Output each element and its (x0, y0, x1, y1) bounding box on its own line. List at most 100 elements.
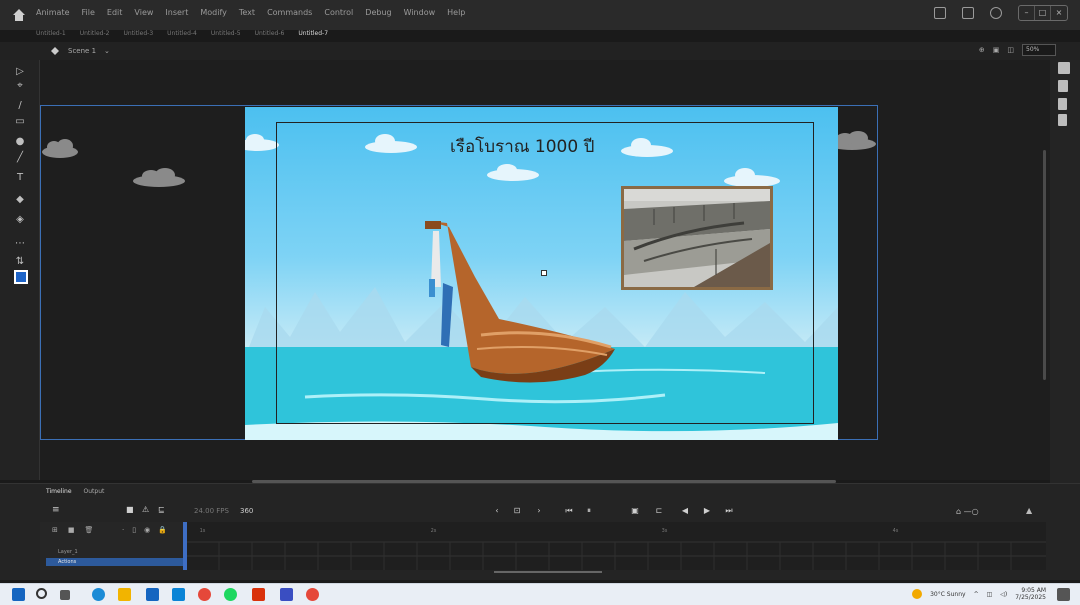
publish-icon[interactable] (934, 7, 946, 19)
tab-output[interactable]: Output (84, 488, 105, 495)
zoom-input[interactable]: 50% (1022, 44, 1056, 56)
store-icon[interactable] (146, 588, 159, 601)
center-stage-icon[interactable]: ⊕ (979, 46, 985, 54)
notifications-icon[interactable] (1057, 588, 1070, 601)
brush-tool-icon[interactable]: / (14, 100, 26, 112)
layer-row[interactable]: Layer_1 (46, 548, 186, 556)
rectangle-tool-icon[interactable]: ▭ (14, 116, 26, 128)
search-icon[interactable] (36, 588, 47, 599)
new-folder-icon[interactable]: ■ (68, 526, 75, 534)
eraser-tool-icon[interactable]: ◈ (14, 214, 26, 226)
next-frame-icon[interactable]: ⏭ (724, 506, 734, 516)
doc-tab[interactable]: Untitled-5 (211, 30, 241, 42)
close-button[interactable]: × (1051, 6, 1067, 20)
clock[interactable]: 9:05 AM 7/25/2025 (1015, 587, 1046, 601)
doc-tab[interactable]: Untitled-7 (298, 30, 328, 42)
swap-colors-icon[interactable]: ⇅ (14, 256, 26, 268)
menu-commands[interactable]: Commands (267, 8, 312, 17)
current-frame-display[interactable]: 360 (240, 507, 253, 515)
office-icon[interactable] (252, 588, 265, 601)
vertical-scrollbar[interactable] (1043, 150, 1046, 380)
library-icon[interactable] (1058, 80, 1068, 92)
workspace-icon[interactable] (962, 7, 974, 19)
play-icon[interactable]: ▶ (702, 506, 712, 516)
delete-layer-icon[interactable]: 🗑 (85, 526, 94, 534)
ancient-boat-photo[interactable] (621, 186, 773, 290)
menu-view[interactable]: View (134, 8, 153, 17)
text-tool-icon[interactable]: T (14, 172, 26, 184)
mail-icon[interactable] (172, 588, 185, 601)
layers-menu-icon[interactable]: ≡ (52, 505, 60, 515)
animate-icon[interactable] (280, 588, 293, 601)
doc-tab[interactable]: Untitled-1 (36, 30, 66, 42)
weather-icon[interactable] (912, 589, 923, 599)
prev-icon[interactable]: ‹ (492, 506, 502, 516)
tray-chevron-icon[interactable]: ^ (974, 591, 979, 598)
weather-text[interactable]: 30°C Sunny (930, 591, 966, 598)
minimize-button[interactable]: – (1019, 6, 1035, 20)
tab-timeline[interactable]: Timeline (46, 488, 72, 495)
menu-modify[interactable]: Modify (200, 8, 227, 17)
scene-selector[interactable]: Scene 1 ⌄ (50, 46, 110, 56)
timeline-scrollbar[interactable] (494, 571, 602, 573)
layer-row-active[interactable]: Actions (46, 558, 186, 566)
task-view-icon[interactable] (60, 590, 70, 600)
first-frame-icon[interactable]: ⏮ (564, 506, 574, 516)
clip-icon[interactable]: ▣ (993, 46, 1000, 54)
menu-window[interactable]: Window (404, 8, 436, 17)
layer-depth-icon[interactable]: ⚠ (142, 505, 149, 514)
home-icon[interactable] (12, 8, 26, 22)
paint-bucket-icon[interactable]: ◆ (14, 194, 26, 206)
fps-display[interactable]: 24.00 FPS (194, 507, 229, 515)
camera-icon[interactable]: ■ (126, 505, 134, 514)
menu-insert[interactable]: Insert (165, 8, 188, 17)
volume-icon[interactable]: ◁) (1000, 591, 1007, 598)
doc-tab[interactable]: Untitled-4 (167, 30, 197, 42)
collapse-icon[interactable]: ▲ (1026, 506, 1032, 515)
doc-tab[interactable]: Untitled-3 (123, 30, 153, 42)
chrome-icon[interactable] (198, 588, 211, 601)
align-icon[interactable] (1058, 114, 1067, 126)
menu-text[interactable]: Text (239, 8, 255, 17)
menu-edit[interactable]: Edit (107, 8, 123, 17)
subselection-tool-icon[interactable]: ⌖ (14, 80, 26, 92)
frame-options-icon[interactable]: ⊡ (512, 506, 522, 516)
loop-icon[interactable]: ▣ (630, 506, 640, 516)
maximize-button[interactable]: □ (1035, 6, 1051, 20)
fill-color-swatch[interactable] (14, 270, 28, 284)
visibility-icon[interactable]: ◉ (144, 526, 150, 534)
more-tools-icon[interactable]: ⋯ (14, 238, 26, 250)
stage-title-text[interactable]: เรือโบราณ 1000 ปี (450, 133, 594, 160)
insert-keyframe-icon[interactable]: ⊏ (654, 506, 664, 516)
selection-tool-icon[interactable]: ▷ (14, 66, 26, 78)
chrome-icon[interactable] (306, 588, 319, 601)
cloud-shape[interactable] (131, 165, 187, 189)
file-explorer-icon[interactable] (118, 588, 131, 601)
properties-icon[interactable] (1058, 62, 1070, 74)
playhead[interactable] (183, 522, 187, 570)
cloud-shape[interactable] (40, 136, 80, 160)
doc-tab[interactable]: Untitled-6 (255, 30, 285, 42)
menu-control[interactable]: Control (324, 8, 353, 17)
step-back-icon[interactable]: ⏸ (584, 506, 594, 516)
start-icon[interactable] (12, 588, 25, 601)
lock-icon[interactable]: 🔒 (158, 526, 167, 534)
network-icon[interactable]: ◫ (987, 591, 993, 598)
app-name-label[interactable]: Animate (36, 8, 70, 17)
new-layer-icon[interactable]: ⊞ (52, 526, 58, 534)
menu-file[interactable]: File (82, 8, 95, 17)
settings-icon[interactable] (990, 7, 1002, 19)
onion-skin-icon[interactable]: ⊑ (158, 505, 165, 514)
highlight-icon[interactable]: · (122, 526, 124, 534)
next-icon[interactable]: › (534, 506, 544, 516)
prev-frame-icon[interactable]: ◀ (680, 506, 690, 516)
menu-debug[interactable]: Debug (365, 8, 391, 17)
edge-icon[interactable] (92, 588, 105, 601)
zoom-slider[interactable]: ⌂ —○ (956, 507, 979, 516)
menu-help[interactable]: Help (447, 8, 465, 17)
line-tool-icon[interactable]: ╱ (14, 152, 26, 164)
color-icon[interactable] (1058, 98, 1067, 110)
fit-icon[interactable]: ◫ (1007, 46, 1014, 54)
spotify-icon[interactable] (224, 588, 237, 601)
oval-tool-icon[interactable]: ● (14, 136, 26, 148)
